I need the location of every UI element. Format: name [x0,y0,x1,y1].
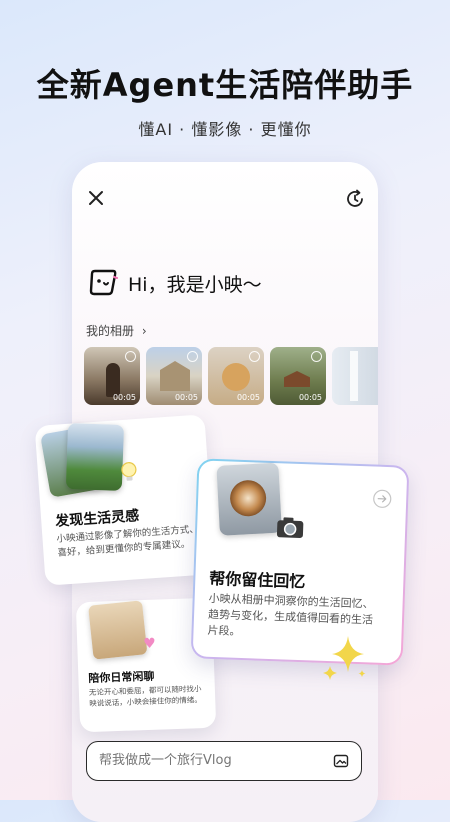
greeting-text: Hi，我是小映～ [128,273,262,296]
chat-card-title: 陪你日常闲聊 [88,669,155,686]
cabin-photo-icon [284,371,310,387]
headline: 全新Agent生活陪伴助手 [36,66,414,104]
lightbulb-icon [121,462,137,481]
coffee-photo [216,462,282,536]
camera-icon [276,517,304,538]
album-thumbnail[interactable]: 00:05 [270,347,326,405]
image-upload-icon[interactable] [333,753,349,769]
greeting-row: Hi，我是小映～ [88,268,262,298]
thumbnail-duration: 00:05 [112,393,136,402]
partial-photo-icon [350,351,358,401]
memory-card-body: 帮你留住回忆 小映从相册中洞察你的生活回忆、 趋势与变化，生成值得回看的生活 片… [192,460,408,664]
landscape-photo [65,423,125,491]
coffee-cup-icon [229,479,268,518]
person-photo-icon [106,363,120,397]
close-icon[interactable] [86,188,106,208]
album-thumbnail[interactable]: 00:05 [84,347,140,405]
inspiration-card[interactable]: 发现生活灵感 小映通过影像了解你的生活方式、 喜好，给到更懂你的专属建议。 [34,414,216,586]
thumbnail-duration: 00:05 [174,393,198,402]
xiaoying-logo-icon [89,269,118,296]
chat-input-bar[interactable] [86,741,362,781]
album-link[interactable]: 我的相册 › [86,322,147,339]
room-photo [88,600,148,660]
chat-card-desc: 无论开心和委屈，都可以随时找小 映说说话，小映会接住你的情绪。 [89,684,202,710]
select-circle-icon[interactable] [187,351,198,362]
building-photo-icon [160,361,190,391]
album-thumbnail-strip: 00:05 00:05 00:05 00:05 [84,347,378,405]
heart-icon: ♥ [142,635,157,653]
select-circle-icon[interactable] [311,351,322,362]
subline: 懂AI · 懂影像 · 更懂你 [138,120,312,139]
chat-input[interactable] [99,742,319,780]
album-link-label: 我的相册 [86,324,135,338]
album-thumbnail[interactable]: 00:05 [208,347,264,405]
album-thumbnail[interactable]: 00:05 [146,347,202,405]
thumbnail-duration: 00:05 [236,393,260,402]
history-icon[interactable] [344,188,366,210]
chevron-right-icon: › [141,324,147,338]
memory-card[interactable]: 帮你留住回忆 小映从相册中洞察你的生活回忆、 趋势与变化，生成值得回看的生活 片… [190,458,410,666]
album-thumbnail[interactable] [332,347,378,405]
dog-photo-icon [222,363,250,391]
select-circle-icon[interactable] [125,351,136,362]
sparkle-icon [323,636,366,680]
thumbnail-duration: 00:05 [298,393,322,402]
memory-card-title: 帮你留住回忆 [209,568,306,592]
select-circle-icon[interactable] [249,351,260,362]
arrow-right-circle-icon[interactable] [372,488,393,509]
